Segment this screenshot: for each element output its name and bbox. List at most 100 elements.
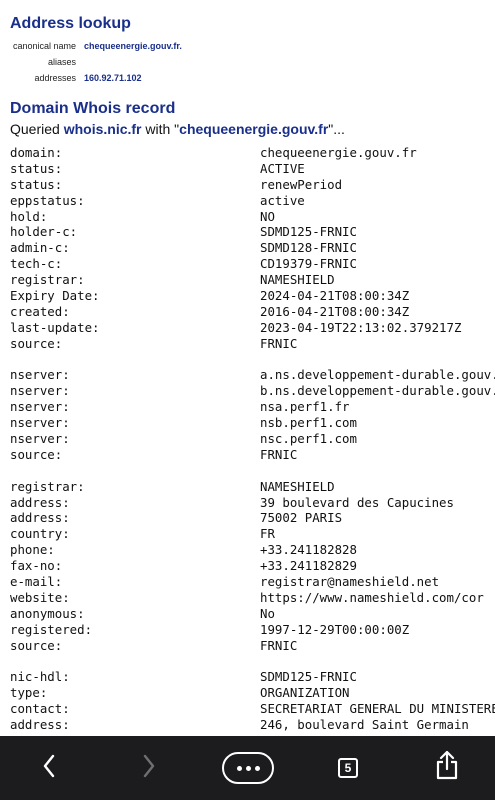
whois-value: registrar@nameshield.net [260, 574, 440, 590]
whois-line: type: ORGANIZATION [10, 685, 495, 701]
whois-key: e-mail: [10, 574, 63, 590]
whois-key: nic-hdl: [10, 669, 70, 685]
whois-line: registrar: NAMESHIELD [10, 272, 495, 288]
whois-value: nsa.perf1.fr [260, 399, 350, 415]
whois-value: 2016-04-21T08:00:34Z [260, 303, 410, 319]
share-button[interactable] [431, 750, 463, 784]
whois-key: website: [10, 589, 70, 605]
lookup-row-canonical: canonical name chequeenergie.gouv.fr. [10, 38, 182, 54]
whois-value: https://www.nameshield.com/cor [260, 589, 484, 605]
lookup-row-addresses: addresses 160.92.71.102 [10, 70, 182, 86]
whois-key: registered: [10, 621, 93, 637]
whois-value: +33.241182829 [260, 558, 357, 574]
whois-line: domain: chequeenergie.gouv.fr [10, 145, 495, 161]
whois-line [10, 654, 495, 670]
query-domain-link[interactable]: chequeenergie.gouv.fr [179, 121, 328, 137]
whois-key: holder-c: [10, 224, 78, 240]
whois-value: b.ns.developpement-durable.gouv.fr [260, 383, 495, 399]
whois-line: nserver: b.ns.developpement-durable.gouv.… [10, 383, 495, 399]
queried-line: Queried whois.nic.fr with "chequeenergie… [10, 121, 345, 137]
browser-toolbar: 5 [0, 736, 495, 800]
whois-key: type: [10, 685, 48, 701]
whois-key: source: [10, 446, 63, 462]
chevron-left-icon [42, 754, 56, 783]
whois-line: website: https://www.nameshield.com/cor [10, 590, 495, 606]
whois-record: domain: chequeenergie.gouv.fr status: ACTIV… [10, 145, 495, 733]
whois-line: created: 2016-04-21T08:00:34Z [10, 304, 495, 320]
whois-value: +33.241182828 [260, 542, 357, 558]
whois-key: phone: [10, 542, 55, 558]
whois-key: admin-c: [10, 240, 70, 256]
whois-key: tech-c: [10, 256, 63, 272]
lookup-label: addresses [34, 73, 76, 83]
queried-suffix: "... [328, 121, 345, 137]
whois-line: source: FRNIC [10, 336, 495, 352]
whois-line: status: renewPeriod [10, 177, 495, 193]
forward-button[interactable] [133, 752, 165, 784]
more-options-button[interactable] [221, 752, 275, 784]
whois-key: contact: [10, 701, 70, 717]
whois-line: phone: +33.241182828 [10, 542, 495, 558]
whois-value: FR [260, 526, 275, 542]
back-button[interactable] [33, 752, 65, 784]
whois-line: nserver: nsb.perf1.com [10, 415, 495, 431]
tabs-count-badge: 5 [338, 758, 358, 778]
whois-value: SDMD128-FRNIC [260, 240, 357, 256]
tabs-button[interactable]: 5 [332, 752, 364, 784]
whois-line: contact: SECRETARIAT GENERAL DU MINISTERE [10, 701, 495, 717]
whois-value: chequeenergie.gouv.fr [260, 145, 417, 160]
share-icon [435, 750, 459, 785]
whois-line: source: FRNIC [10, 447, 495, 463]
whois-key: last-update: [10, 319, 100, 335]
whois-value: NAMESHIELD [260, 272, 335, 288]
whois-key: country: [10, 526, 70, 542]
whois-line: registrar: NAMESHIELD [10, 479, 495, 495]
whois-line: tech-c: CD19379-FRNIC [10, 256, 495, 272]
whois-key: address: [10, 494, 70, 510]
whois-value: 1997-12-29T00:00:00Z [260, 621, 410, 637]
ip-address-link[interactable]: 160.92.71.102 [84, 73, 142, 83]
whois-value: NO [260, 208, 275, 224]
whois-title: Domain Whois record [10, 100, 176, 117]
whois-line: eppstatus: active [10, 193, 495, 209]
whois-line: nserver: nsa.perf1.fr [10, 399, 495, 415]
whois-key: nserver: [10, 383, 70, 399]
whois-value: FRNIC [260, 637, 298, 653]
whois-value: 75002 PARIS [260, 510, 343, 526]
whois-key: eppstatus: [10, 192, 85, 208]
address-lookup-table: canonical name chequeenergie.gouv.fr. al… [10, 38, 182, 86]
whois-line: fax-no: +33.241182829 [10, 558, 495, 574]
whois-value: ACTIVE [260, 160, 305, 176]
whois-line: registered: 1997-12-29T00:00:00Z [10, 622, 495, 638]
whois-key: nserver: [10, 431, 70, 447]
whois-value: NAMESHIELD [260, 478, 335, 494]
whois-key: registrar: [10, 478, 85, 494]
whois-line [10, 463, 495, 479]
whois-key: nserver: [10, 399, 70, 415]
whois-key: nserver: [10, 367, 70, 383]
whois-line: last-update: 2023-04-19T22:13:02.379217Z [10, 320, 495, 336]
whois-key: status: [10, 160, 63, 176]
whois-value: a.ns.developpement-durable.gouv.fr [260, 367, 495, 383]
lookup-label: canonical name [12, 41, 76, 51]
whois-line: source: FRNIC [10, 638, 495, 654]
whois-value: 246, boulevard Saint Germain [260, 717, 469, 733]
whois-value: 2024-04-21T08:00:34Z [260, 288, 410, 304]
queried-prefix: Queried [10, 121, 64, 137]
chevron-right-icon [142, 754, 156, 783]
whois-value: SDMD125-FRNIC [260, 669, 357, 685]
canonical-name-link[interactable]: chequeenergie.gouv.fr. [84, 41, 182, 51]
whois-key: anonymous: [10, 605, 85, 621]
whois-value: 39 boulevard des Capucines [260, 494, 454, 510]
whois-key: status: [10, 176, 63, 192]
whois-line: holder-c: SDMD125-FRNIC [10, 224, 495, 240]
whois-value: FRNIC [260, 335, 298, 351]
whois-line: nic-hdl: SDMD125-FRNIC [10, 669, 495, 685]
whois-key: address: [10, 510, 70, 526]
whois-server-link[interactable]: whois.nic.fr [64, 121, 142, 137]
whois-key: fax-no: [10, 558, 63, 574]
lookup-label: aliases [47, 57, 76, 67]
whois-line: address: 39 boulevard des Capucines [10, 495, 495, 511]
whois-value: SDMD125-FRNIC [260, 224, 357, 240]
whois-value: SECRETARIAT GENERAL DU MINISTERE [260, 701, 495, 717]
